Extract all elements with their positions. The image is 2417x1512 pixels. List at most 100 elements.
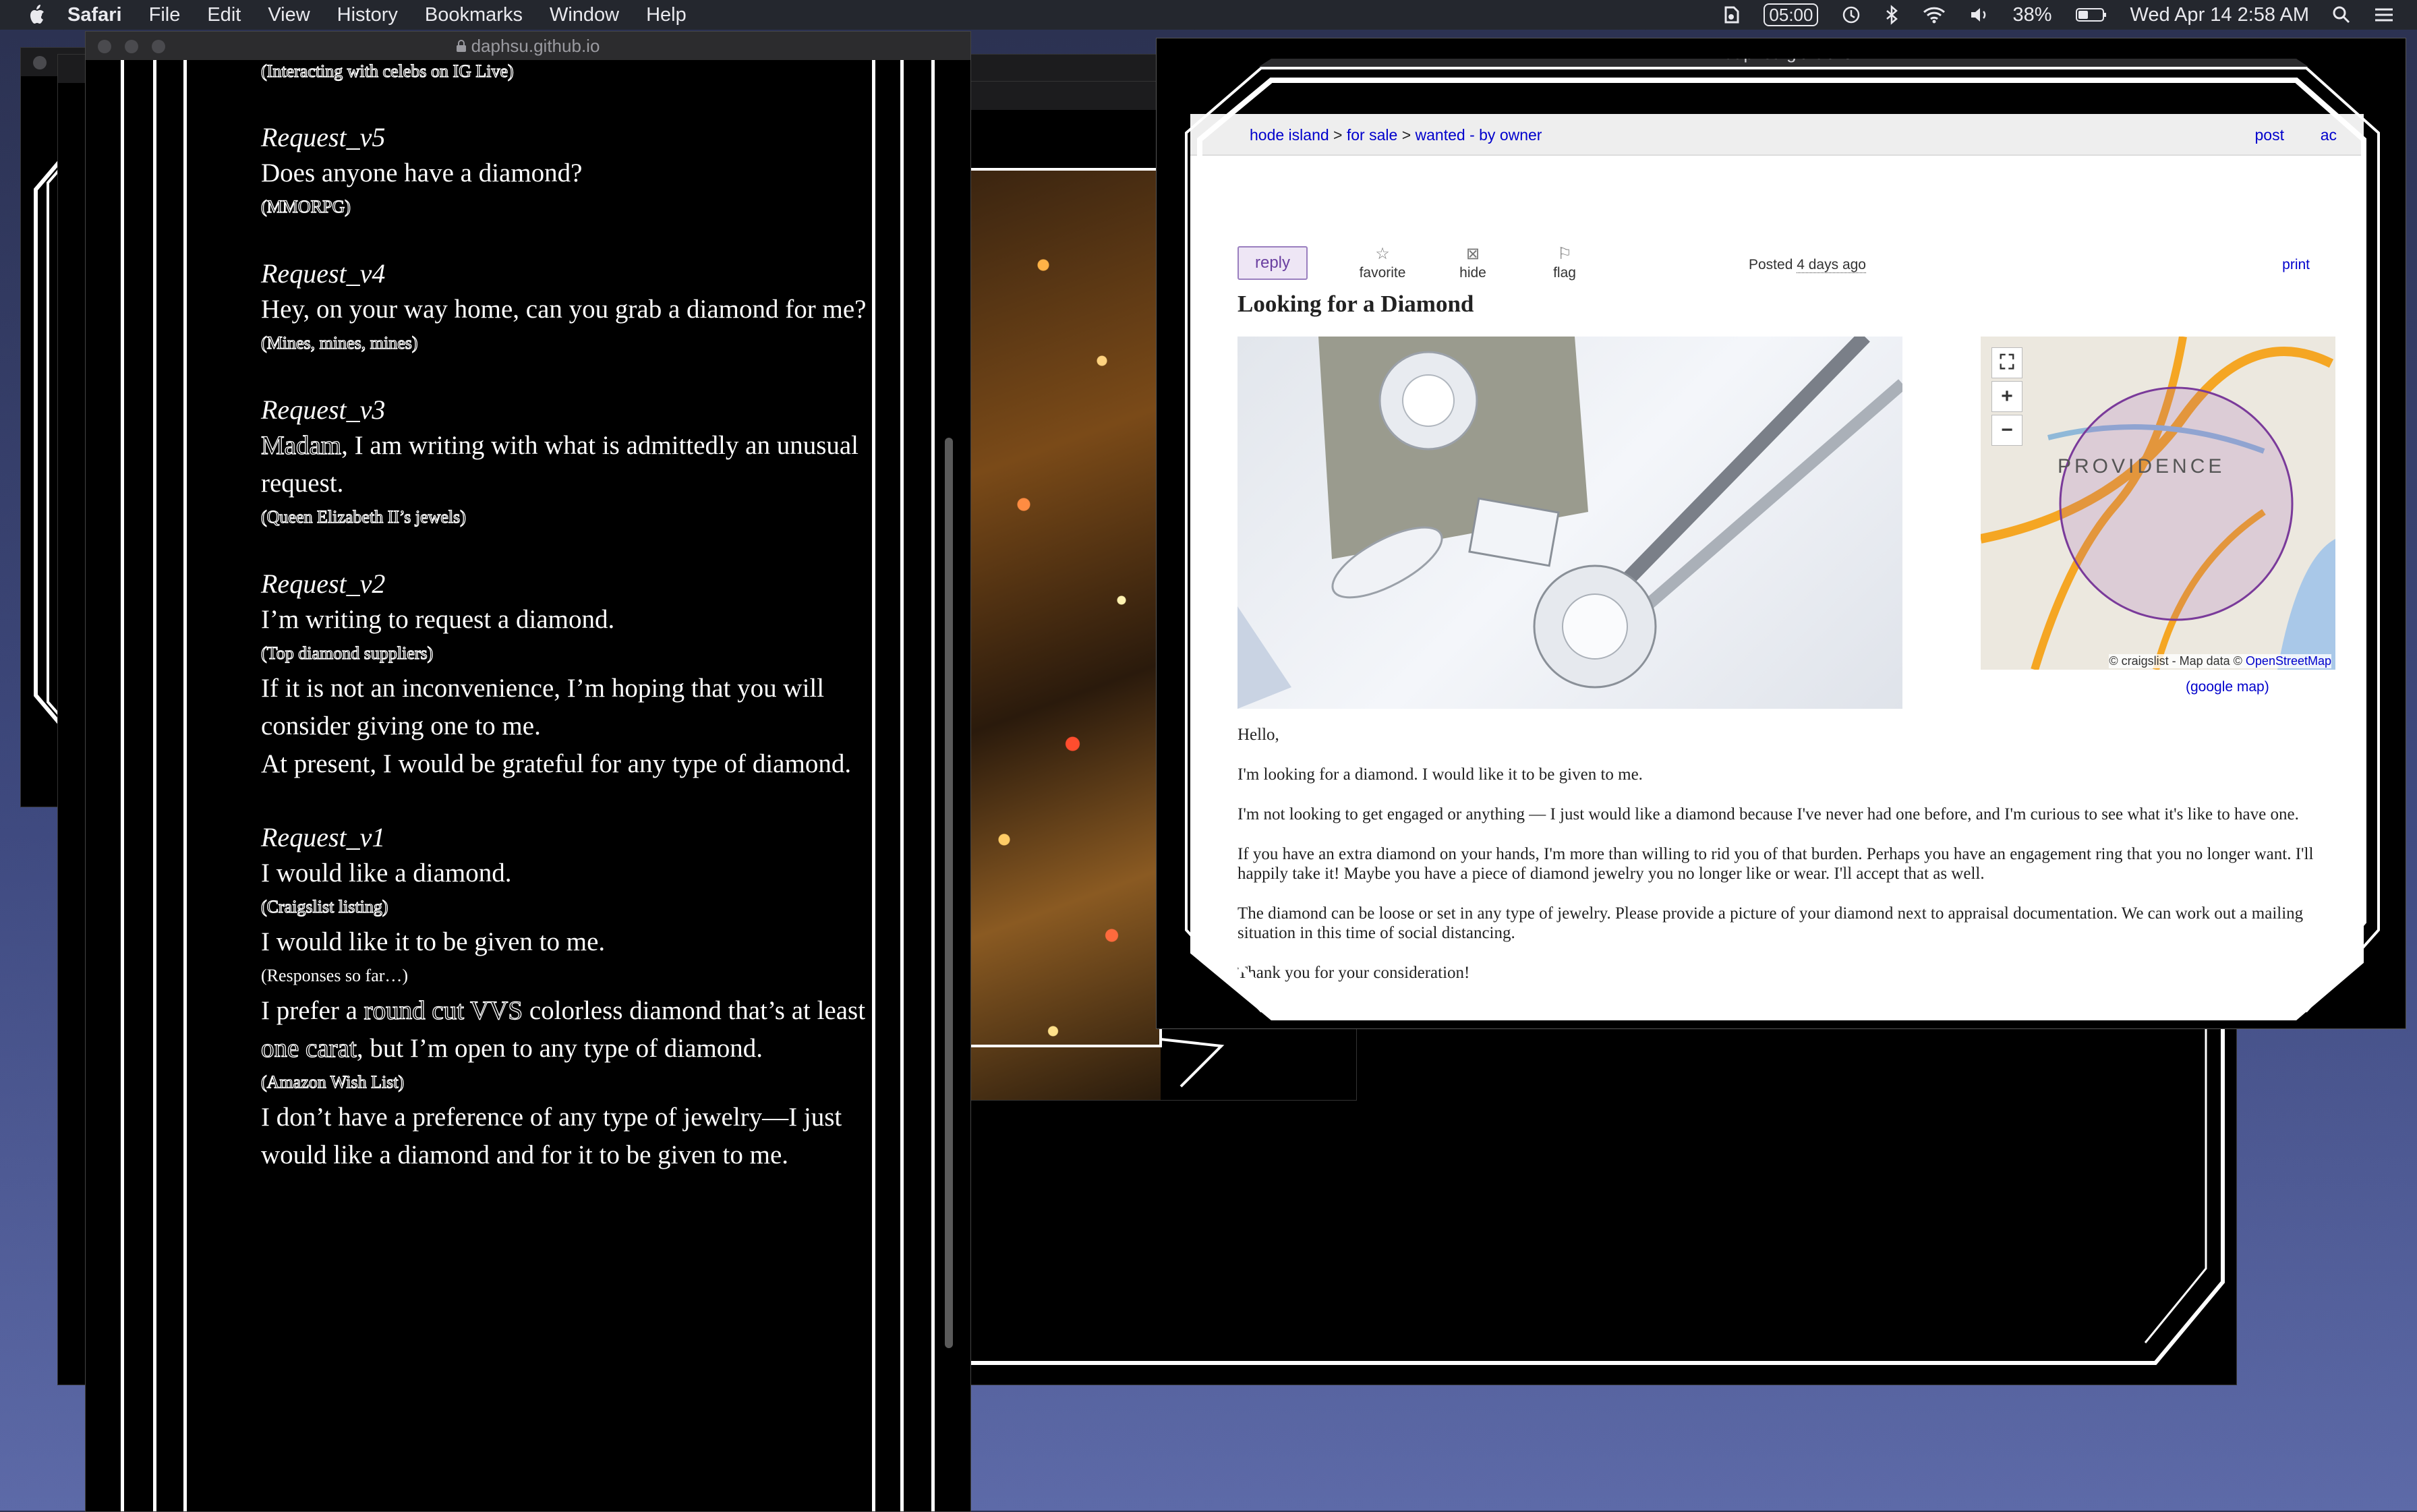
breadcrumb-subcategory[interactable]: wanted - by owner	[1416, 126, 1542, 144]
minimize-button[interactable]	[125, 40, 138, 53]
deco-line	[931, 60, 935, 1511]
map-attribution: © craigslist - Map data © OpenStreetMap	[2109, 654, 2331, 668]
google-map-link[interactable]: (google map)	[2186, 679, 2269, 695]
favorite-label: favorite	[1359, 265, 1406, 281]
location-map[interactable]: ⛶ + − PROVIDENCE © craigslist - Map data…	[1981, 337, 2335, 670]
deco-line	[121, 60, 124, 1511]
request-note[interactable]: (Craigslist listing)	[260, 895, 868, 919]
control-center-icon[interactable]	[2374, 7, 2394, 23]
print-link[interactable]: print	[2282, 257, 2310, 273]
request-title: Request_v3	[261, 395, 386, 425]
request-note[interactable]: (MMORPG)	[260, 195, 868, 219]
body-paragraph: I'm not looking to get engaged or anythi…	[1237, 805, 2299, 823]
deco-line	[900, 60, 904, 1511]
request-note[interactable]: (Amazon Wish List)	[260, 1070, 868, 1095]
clock[interactable]: Wed Apr 14 2:58 AM	[2130, 4, 2309, 26]
request-body-text: , I am writing with what is admittedly a…	[261, 431, 859, 498]
request-body: I would like it to be given to me.	[261, 927, 606, 956]
round-cut-link[interactable]: round cut VVS	[363, 995, 523, 1025]
lock-icon	[1709, 47, 1719, 59]
posted-label: Posted	[1749, 257, 1793, 272]
breadcrumb-category[interactable]: for sale	[1347, 126, 1397, 144]
openstreetmap-link[interactable]: OpenStreetMap	[2246, 654, 2331, 668]
map-image	[1981, 337, 2335, 670]
breadcrumb-region[interactable]: hode island	[1250, 126, 1329, 144]
requests-window[interactable]: daphsu.github.io (Interacting with celeb…	[85, 31, 971, 1512]
menu-view[interactable]: View	[268, 4, 310, 26]
body-paragraph: Hello,	[1237, 726, 1279, 744]
post-link[interactable]: post	[2255, 126, 2284, 144]
favorite-button[interactable]: ☆ favorite	[1352, 246, 1413, 281]
menu-file[interactable]: File	[149, 4, 181, 26]
zoom-button[interactable]	[1223, 47, 1236, 60]
flag-icon: ⚐	[1557, 245, 1572, 263]
request-v2: Request_v2 I’m writing to request a diam…	[260, 567, 868, 783]
deco-line	[872, 60, 875, 1511]
posting-title: Looking for a Diamond	[1237, 291, 1474, 317]
wifi-icon[interactable]	[1922, 5, 1946, 24]
request-body: At present, I would be grateful for any …	[261, 749, 852, 778]
request-body: I don’t have a preference of any type of…	[261, 1103, 842, 1169]
zoom-out-button[interactable]: −	[1991, 415, 2022, 446]
apple-icon[interactable]	[28, 4, 47, 26]
evernote-icon[interactable]	[1722, 5, 1741, 25]
requests-text: (Interacting with celebs on IG Live) Req…	[260, 60, 868, 1174]
breadcrumb: hode island > for sale > wanted - by own…	[1190, 114, 2364, 156]
flag-button[interactable]: ⚐ flag	[1534, 246, 1595, 281]
timer-display[interactable]: 05:00	[1764, 3, 1819, 26]
request-body: Does anyone have a diamond?	[261, 158, 583, 187]
url-label[interactable]: daphsu.github.io	[471, 36, 600, 57]
request-note[interactable]: (Queen Elizabeth II’s jewels)	[260, 505, 868, 529]
request-body: I would like a diamond.	[261, 859, 512, 888]
menu-bookmarks[interactable]: Bookmarks	[425, 4, 523, 26]
request-note[interactable]: (Mines, mines, mines)	[260, 331, 868, 355]
requests-page: (Interacting with celebs on IG Live) Req…	[86, 60, 956, 1511]
deco-line	[183, 60, 187, 1511]
menu-history[interactable]: History	[337, 4, 398, 26]
request-body: Hey, on your way home, can you grab a di…	[261, 295, 867, 324]
diamonds-image	[1237, 337, 1902, 709]
status-area: 05:00 38% Wed Apr 14 2:58 AM	[1722, 0, 2417, 30]
map-city-label: PROVIDENCE	[2058, 455, 2225, 477]
bluetooth-icon[interactable]	[1884, 5, 1899, 25]
craigslist-window-titlebar: daphsu.github.io	[1157, 38, 2406, 67]
fullscreen-icon[interactable]: ⛶	[1991, 347, 2022, 378]
body-paragraph: Thank you for your consideration!	[1237, 964, 1470, 982]
one-carat-link[interactable]: one carat	[260, 1033, 357, 1063]
request-body-text: colorless diamond that’s at least	[523, 996, 866, 1025]
menu-app-name[interactable]: Safari	[67, 4, 122, 26]
request-title: Request_v1	[261, 822, 386, 852]
diamond-photo[interactable]	[1237, 337, 1902, 709]
request-note[interactable]: (Responses so far…)	[261, 964, 868, 988]
request-title: Request_v5	[261, 122, 386, 152]
close-button[interactable]	[1169, 47, 1182, 60]
posted-value: 4 days ago	[1797, 257, 1866, 273]
close-button[interactable]	[33, 56, 47, 69]
request-body: I’m writing to request a diamond.	[261, 605, 615, 634]
star-icon: ☆	[1375, 245, 1390, 263]
menu-help[interactable]: Help	[646, 4, 687, 26]
madam-link[interactable]: Madam	[260, 430, 341, 460]
close-button[interactable]	[98, 40, 111, 53]
request-note[interactable]: (Top diamond suppliers)	[260, 641, 868, 666]
menu-window[interactable]: Window	[550, 4, 619, 26]
account-link[interactable]: ac	[2321, 126, 2337, 144]
request-body: If it is not an inconvenience, I’m hopin…	[261, 674, 825, 740]
time-machine-icon[interactable]	[1841, 5, 1861, 25]
request-v1: Request_v1 I would like a diamond. (Crai…	[260, 821, 868, 1174]
craigslist-window[interactable]: daphsu.github.io hode island > for sale …	[1156, 38, 2406, 1029]
menu-edit[interactable]: Edit	[207, 4, 241, 26]
menu-bar: Safari File Edit View History Bookmarks …	[0, 0, 2417, 30]
spotlight-search-icon[interactable]	[2332, 5, 2351, 24]
url-label[interactable]: daphsu.github.io	[1724, 42, 1853, 63]
volume-icon[interactable]	[1969, 6, 1989, 24]
posting-body: Hello, I'm looking for a diamond. I woul…	[1237, 725, 2343, 1003]
zoom-button[interactable]	[152, 40, 165, 53]
reply-button[interactable]: reply	[1237, 246, 1308, 280]
battery-icon[interactable]	[2075, 7, 2107, 23]
minimize-button[interactable]	[1196, 47, 1209, 60]
body-paragraph: The diamond can be loose or set in any t…	[1237, 904, 2304, 942]
hide-button[interactable]: ⊠ hide	[1443, 246, 1503, 281]
zoom-in-button[interactable]: +	[1991, 381, 2022, 412]
scrollbar[interactable]	[945, 438, 953, 1348]
